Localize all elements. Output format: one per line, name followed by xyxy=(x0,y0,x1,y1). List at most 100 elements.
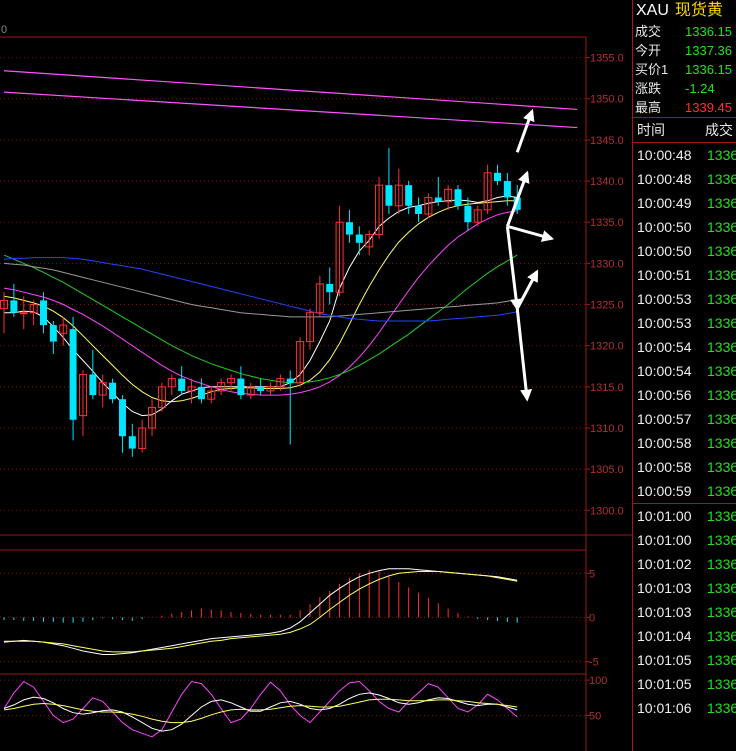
tick-time: 10:00:50 xyxy=(637,219,692,235)
tick-row[interactable]: 10:01:02 1336 xyxy=(633,552,736,576)
tick-row[interactable]: 10:00:51 1336 xyxy=(633,263,736,287)
drawn-arrow xyxy=(515,308,533,402)
moving-average-ma40 xyxy=(3,254,518,384)
quote-side-panel: XAU 现货黄 成交 1336.15 今开 1337.36 买价1 1336.15 涨跌 -1.… xyxy=(632,0,736,751)
tick-price: 1336 xyxy=(707,219,736,235)
quote-label: 涨跌 xyxy=(635,81,662,96)
candle-body xyxy=(494,172,501,182)
quote-value: 1336.15 xyxy=(685,62,732,77)
symbol-name: 现货黄 xyxy=(674,2,723,19)
drawn-arrow xyxy=(505,226,523,312)
tick-price: 1336 xyxy=(707,147,736,163)
tick-row[interactable]: 10:00:50 1336 xyxy=(633,239,736,263)
tick-time: 10:00:58 xyxy=(637,459,692,475)
chart-area[interactable]: 0 1300.0 1305.0 1310.0 1315.0 1320.0 1325.0 133… xyxy=(0,0,632,751)
quote-label: 成交 xyxy=(635,24,662,39)
tick-list-header: 时间 成交 xyxy=(633,118,736,142)
tick-price-header: 成交 xyxy=(705,122,733,138)
price-tick-label: 1310.0 xyxy=(590,423,624,435)
tick-time: 10:00:58 xyxy=(637,435,692,451)
tick-price: 1336 xyxy=(707,243,736,259)
tick-price: 1336 xyxy=(707,267,736,283)
tick-price: 1336 xyxy=(707,652,736,668)
price-tick-label: 1335.0 xyxy=(590,217,624,229)
tick-price: 1336 xyxy=(707,171,736,187)
candle-body xyxy=(415,205,423,214)
quote-value: -1.24 xyxy=(685,81,715,96)
tick-price: 1336 xyxy=(707,483,736,499)
tick-price: 1336 xyxy=(707,363,736,379)
tick-row[interactable]: 10:01:03 1336 xyxy=(633,600,736,624)
tick-time: 10:01:00 xyxy=(637,532,692,548)
candle-body xyxy=(118,399,126,437)
drawn-arrow xyxy=(506,224,555,242)
quote-row: 涨跌 -1.24 xyxy=(633,79,736,98)
tick-list[interactable]: 10:00:48 1336 10:00:48 1336 10:00:49 1336 10:0… xyxy=(633,143,736,720)
tick-row[interactable]: 10:00:59 1336 xyxy=(633,479,736,503)
tick-row[interactable]: 10:00:58 1336 xyxy=(633,455,736,479)
tick-time: 10:00:54 xyxy=(637,363,692,379)
symbol-code[interactable]: XAU xyxy=(636,2,669,19)
price-tick-label: 1330.0 xyxy=(590,258,624,270)
tick-time: 10:01:02 xyxy=(637,556,692,572)
candle-body xyxy=(454,189,462,206)
trend-line xyxy=(3,91,578,129)
tick-row[interactable]: 10:01:06 1336 xyxy=(633,696,736,720)
tick-time: 10:00:51 xyxy=(637,267,692,283)
tick-price: 1336 xyxy=(707,459,736,475)
tick-price: 1336 xyxy=(707,291,736,307)
candle-body xyxy=(503,181,511,198)
tick-row[interactable]: 10:00:56 1336 xyxy=(633,383,736,407)
quote-table: 成交 1336.15 今开 1337.36 买价1 1336.15 涨跌 -1.24 最高 133… xyxy=(633,22,736,117)
tick-row[interactable]: 10:00:53 1336 xyxy=(633,287,736,311)
tick-time: 10:00:48 xyxy=(637,147,692,163)
moving-average-ma20 xyxy=(3,210,518,396)
tick-row[interactable]: 10:00:48 1336 xyxy=(633,143,736,167)
tick-price: 1336 xyxy=(707,700,736,716)
tick-row[interactable]: 10:00:50 1336 xyxy=(633,215,736,239)
candle-body xyxy=(237,378,245,396)
tick-row[interactable]: 10:00:48 1336 xyxy=(633,167,736,191)
tick-row[interactable]: 10:00:49 1336 xyxy=(633,191,736,215)
tick-row[interactable]: 10:00:54 1336 xyxy=(633,335,736,359)
moving-average-ma60 xyxy=(3,262,518,318)
tick-row[interactable]: 10:01:04 1336 xyxy=(633,624,736,648)
quote-value: 1337.36 xyxy=(685,43,732,58)
tick-price: 1336 xyxy=(707,411,736,427)
tick-time-header: 时间 xyxy=(637,122,665,138)
indicator1-line-yellow xyxy=(4,571,518,653)
tick-row[interactable]: 10:01:03 1336 xyxy=(633,576,736,600)
candle-body xyxy=(434,197,442,202)
tick-row[interactable]: 10:00:58 1336 xyxy=(633,431,736,455)
moving-average-ma10 xyxy=(3,200,518,403)
tick-time: 10:01:05 xyxy=(637,652,692,668)
tick-row[interactable]: 10:01:00 1336 xyxy=(633,504,736,528)
tick-row[interactable]: 10:01:05 1336 xyxy=(633,648,736,672)
candle-body xyxy=(69,329,77,420)
candle-body xyxy=(286,378,294,383)
quote-row: 今开 1337.36 xyxy=(633,41,736,60)
quote-row: 最高 1339.45 xyxy=(633,98,736,117)
tick-time: 10:01:03 xyxy=(637,604,692,620)
tick-price: 1336 xyxy=(707,604,736,620)
quote-row: 买价1 1336.15 xyxy=(633,60,736,79)
tick-price: 1336 xyxy=(707,339,736,355)
candle-body xyxy=(178,378,186,391)
tick-row[interactable]: 10:00:57 1336 xyxy=(633,407,736,431)
tick-price: 1336 xyxy=(707,387,736,403)
tick-row[interactable]: 10:01:05 1336 xyxy=(633,672,736,696)
tick-time: 10:01:04 xyxy=(637,628,692,644)
candle-body xyxy=(326,283,334,293)
tick-row[interactable]: 10:00:53 1336 xyxy=(633,311,736,335)
tick-time: 10:00:53 xyxy=(637,291,692,307)
tick-time: 10:00:53 xyxy=(637,315,692,331)
quote-label: 最高 xyxy=(635,100,662,115)
tick-row[interactable]: 10:00:54 1336 xyxy=(633,359,736,383)
tick-time: 10:01:00 xyxy=(637,508,692,524)
quote-label: 今开 xyxy=(635,43,662,58)
candle-body xyxy=(39,300,47,326)
candle-body xyxy=(89,374,97,396)
tick-row[interactable]: 10:01:00 1336 xyxy=(633,528,736,552)
candle-body xyxy=(197,386,205,400)
candle-body xyxy=(257,386,265,391)
